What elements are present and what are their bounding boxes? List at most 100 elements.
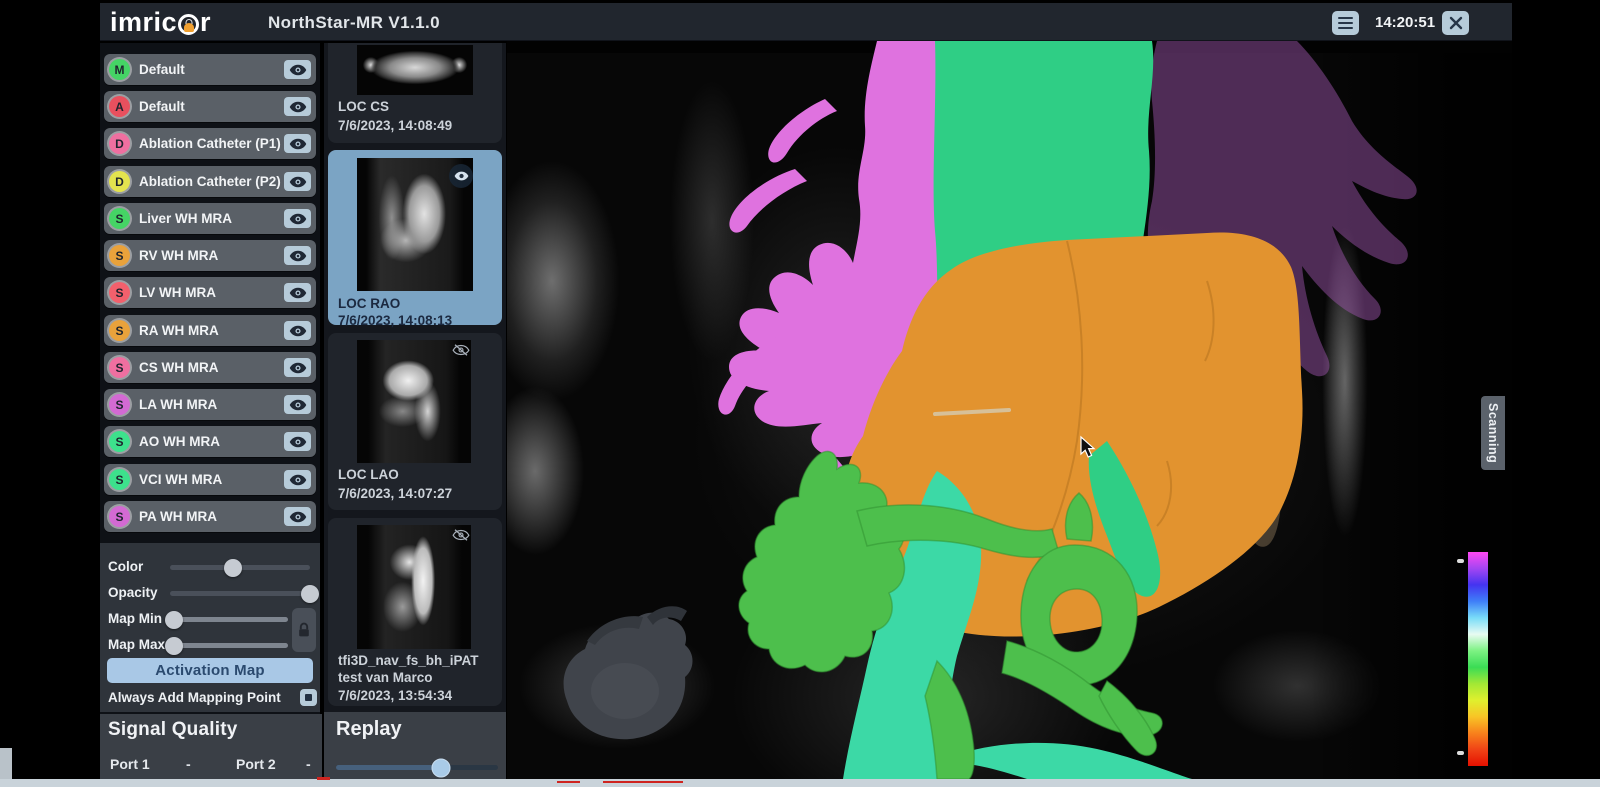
layer-row-ra[interactable]: S RA WH MRA [104,315,316,346]
series-list: LOC CS 7/6/2023, 14:08:49 LOC RAO 7/6/20… [324,43,506,712]
map-min-slider-label: Map Min [108,611,162,626]
map-range-lock-button[interactable] [292,608,316,652]
layer-badge: D [109,171,130,192]
visibility-toggle[interactable] [284,172,311,191]
checkbox-mark-icon [305,694,312,701]
close-button[interactable] [1442,11,1469,35]
replay-slider[interactable] [336,765,498,770]
eye-icon [454,171,469,181]
layer-row-ao[interactable]: S AO WH MRA [104,426,316,457]
visibility-toggle[interactable] [284,470,311,489]
layer-badge: M [109,59,130,80]
series-item-loc-cs[interactable]: LOC CS 7/6/2023, 14:08:49 [328,43,502,143]
menu-button[interactable] [1332,11,1359,35]
eye-icon [289,325,307,337]
visibility-toggle[interactable] [284,209,311,228]
visibility-toggle[interactable] [284,321,311,340]
layer-badge: S [109,282,130,303]
display-settings-panel: Color Opacity Map Min Map Max Activation… [100,543,320,712]
layer-label: PA WH MRA [139,509,284,524]
map-max-slider-thumb[interactable] [165,637,183,655]
layer-badge: S [109,357,130,378]
close-icon [1449,16,1463,30]
layer-badge: D [109,133,130,154]
layer-badge: S [109,245,130,266]
hidden-eye-badge[interactable] [452,343,470,362]
coil-icon [178,14,199,35]
layer-row-liver[interactable]: S Liver WH MRA [104,203,316,234]
series-name: LOC LAO [338,466,498,483]
opacity-slider-label: Opacity [108,585,158,600]
opacity-slider-thumb[interactable] [301,585,319,603]
layer-row-lv[interactable]: S LV WH MRA [104,277,316,308]
layer-row-ablation-p1[interactable]: D Ablation Catheter (P1) [104,128,316,159]
series-name: LOC CS [338,98,498,115]
layer-label: RA WH MRA [139,323,284,338]
series-item-loc-lao[interactable]: LOC LAO 7/6/2023, 14:07:27 [328,333,502,510]
visibility-toggle[interactable] [284,134,311,153]
eye-icon [289,399,307,411]
lock-icon [296,621,312,639]
visibility-toggle[interactable] [284,395,311,414]
series-date: 7/6/2023, 13:54:34 [338,688,452,703]
orientation-heart-model [564,606,693,739]
imricor-logo: imricr [110,7,211,38]
layer-row-ablation-p2[interactable]: D Ablation Catheter (P2) [104,166,316,197]
scanning-label: Scanning [1486,403,1500,463]
visibility-toggle[interactable] [284,358,311,377]
series-date: 7/6/2023, 14:08:13 [338,313,452,328]
eye-icon [289,362,307,374]
layer-row-rv[interactable]: S RV WH MRA [104,240,316,271]
scanning-status-tab: Scanning [1481,396,1505,470]
visibility-toggle[interactable] [284,283,311,302]
replay-slider-fill [336,765,441,770]
layer-row-vci[interactable]: S VCI WH MRA [104,464,316,495]
map-min-slider[interactable] [170,617,288,622]
anatomy-render [507,41,1512,779]
layer-badge: S [109,469,130,490]
eye-icon [289,511,307,523]
visibility-toggle[interactable] [284,246,311,265]
color-slider-thumb[interactable] [224,559,242,577]
visibility-toggle[interactable] [284,97,311,116]
series-item-tfi3d[interactable]: tfi3D_nav_fs_bh_iPAT test van Marco 7/6/… [328,518,502,706]
map-min-slider-thumb[interactable] [165,611,183,629]
layer-badge: S [109,394,130,415]
activation-map-button[interactable]: Activation Map [107,658,313,683]
series-item-loc-rao[interactable]: LOC RAO 7/6/2023, 14:08:13 [328,150,502,325]
logo-text-post: r [200,7,211,38]
eye-icon [289,64,307,76]
visibility-toggle[interactable] [284,432,311,451]
layer-label: Ablation Catheter (P1) [139,136,284,151]
layer-row-pa[interactable]: S PA WH MRA [104,501,316,532]
hidden-eye-badge[interactable] [452,528,470,547]
map-max-slider-label: Map Max [108,637,165,652]
colorbar [1468,552,1488,766]
layer-row-cs[interactable]: S CS WH MRA [104,352,316,383]
color-slider[interactable] [170,565,310,570]
colorbar-bottom-marker[interactable] [1457,751,1464,755]
visibility-toggle[interactable] [284,507,311,526]
signal-quality-panel: Signal Quality Port 1 - Port 2 - [100,714,322,779]
layer-row-la[interactable]: S LA WH MRA [104,389,316,420]
eye-icon [289,474,307,486]
layer-badge: S [109,208,130,229]
title-bar: imricr NorthStar-MR V1.1.0 14:20:51 [100,3,1512,41]
opacity-slider[interactable] [170,591,310,596]
3d-viewport[interactable] [507,41,1512,779]
visible-eye-badge[interactable] [449,164,473,188]
series-thumbnail[interactable] [357,45,473,95]
map-max-slider[interactable] [170,643,288,648]
colorbar-top-marker[interactable] [1457,559,1464,563]
visibility-toggle[interactable] [284,60,311,79]
replay-slider-thumb[interactable] [432,758,451,777]
layer-row-default-a[interactable]: A Default [104,91,316,122]
replay-panel: Replay [324,712,506,779]
layer-label: AO WH MRA [139,434,284,449]
red-marker [603,781,683,783]
always-add-mapping-checkbox[interactable] [300,689,317,706]
layer-label: RV WH MRA [139,248,284,263]
layer-label: Liver WH MRA [139,211,284,226]
layer-row-default-m[interactable]: M Default [104,54,316,85]
screen: imricr NorthStar-MR V1.1.0 14:20:51 M De… [0,0,1600,787]
